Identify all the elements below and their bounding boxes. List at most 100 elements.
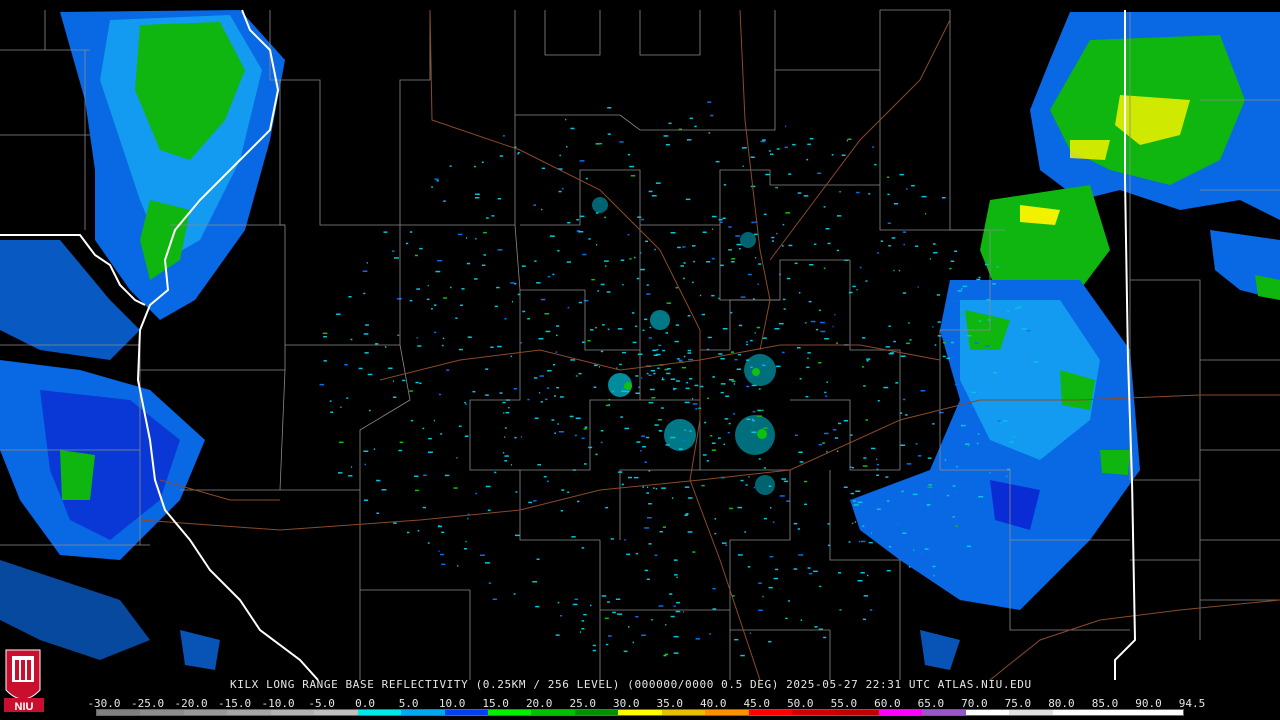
speckle-return [416,288,420,290]
speckle-return [365,324,369,326]
speckle-return [809,138,814,140]
speckle-return [718,353,723,355]
speckle-return [665,444,670,446]
speckle-return [502,401,506,404]
speckle-return [913,549,915,551]
speckle-return [786,500,791,502]
speckle-return [874,163,877,166]
speckle-return [906,342,910,345]
speckle-return [763,427,768,429]
speckle-return [675,324,680,326]
speckle-return [872,146,875,148]
speckle-return [751,418,754,421]
speckle-return [989,472,991,474]
speckle-return [888,353,894,355]
speckle-return [757,283,759,285]
speckle-return [527,318,530,320]
speckle-return [654,424,659,426]
speckle-return [786,277,791,280]
speckle-return [350,338,353,341]
speckle-return [710,114,714,117]
speckle-return [992,283,996,285]
speckle-return [661,407,664,409]
speckle-return [427,542,430,544]
speckle-return [644,461,647,463]
speckle-return [515,491,518,493]
speckle-return [850,492,855,495]
speckle-return [510,464,512,466]
speckle-return [545,398,548,401]
speckle-return [894,522,900,525]
speckle-return [406,242,409,245]
speckle-return [588,238,591,240]
speckle-return [570,127,575,130]
speckle-return [933,243,936,245]
speckle-return [798,554,804,556]
speckle-return [549,235,555,237]
speckle-return [543,475,547,478]
speckle-return [399,441,404,444]
speckle-return [673,605,676,607]
speckle-return [863,595,869,597]
colorbar-segment [661,710,706,715]
speckle-return [446,369,450,371]
speckle-return [752,410,756,413]
speckle-return [814,243,817,245]
speckle-return [776,232,778,235]
speckle-return [514,283,517,285]
speckle-return [463,548,468,550]
speckle-return [566,146,568,148]
speckle-return [950,260,955,262]
speckle-return [497,249,503,251]
speckle-return [862,525,865,527]
speckle-return [768,586,773,589]
speckle-return [689,430,692,432]
speckle-return [358,367,363,370]
speckle-return [665,624,667,626]
speckle-return [692,281,694,284]
speckle-return [758,458,761,460]
speckle-return [376,479,381,482]
speckle-return [645,240,648,243]
speckle-return [661,378,665,381]
speckle-return [836,249,839,252]
speckle-return [375,343,379,345]
speckle-return [443,200,446,202]
speckle-return [843,420,849,422]
speckle-return [619,363,622,366]
speckle-return [758,582,762,584]
speckle-return [409,231,413,233]
speckle-return [701,313,705,316]
speckle-return [893,203,899,205]
speckle-return [464,435,469,437]
speckle-return [779,495,785,497]
speckle-return [556,334,558,337]
speckle-return [646,492,649,494]
speckle-return [582,253,587,256]
speckle-return [808,572,813,575]
speckle-return [649,388,655,391]
speckle-return [676,601,680,604]
speckle-return [832,325,834,328]
speckle-return [642,446,646,448]
speckle-return [443,297,447,299]
speckle-return [670,436,676,439]
speckle-return [607,601,610,603]
speckle-return [815,328,819,331]
speckle-return [928,484,932,486]
speckle-return [751,221,755,224]
speckle-return [763,467,766,469]
speckle-return [883,386,889,389]
speckle-return [662,377,664,379]
speckle-return [711,294,715,297]
speckle-return [465,403,467,405]
speckle-return [598,366,600,368]
speckle-return [604,260,609,262]
speckle-return [453,487,458,489]
speckle-return [720,358,725,360]
speckle-return [862,465,868,467]
speckle-return [597,142,603,145]
speckle-return [659,430,663,432]
speckle-return [754,233,758,236]
speckle-return [902,292,907,294]
